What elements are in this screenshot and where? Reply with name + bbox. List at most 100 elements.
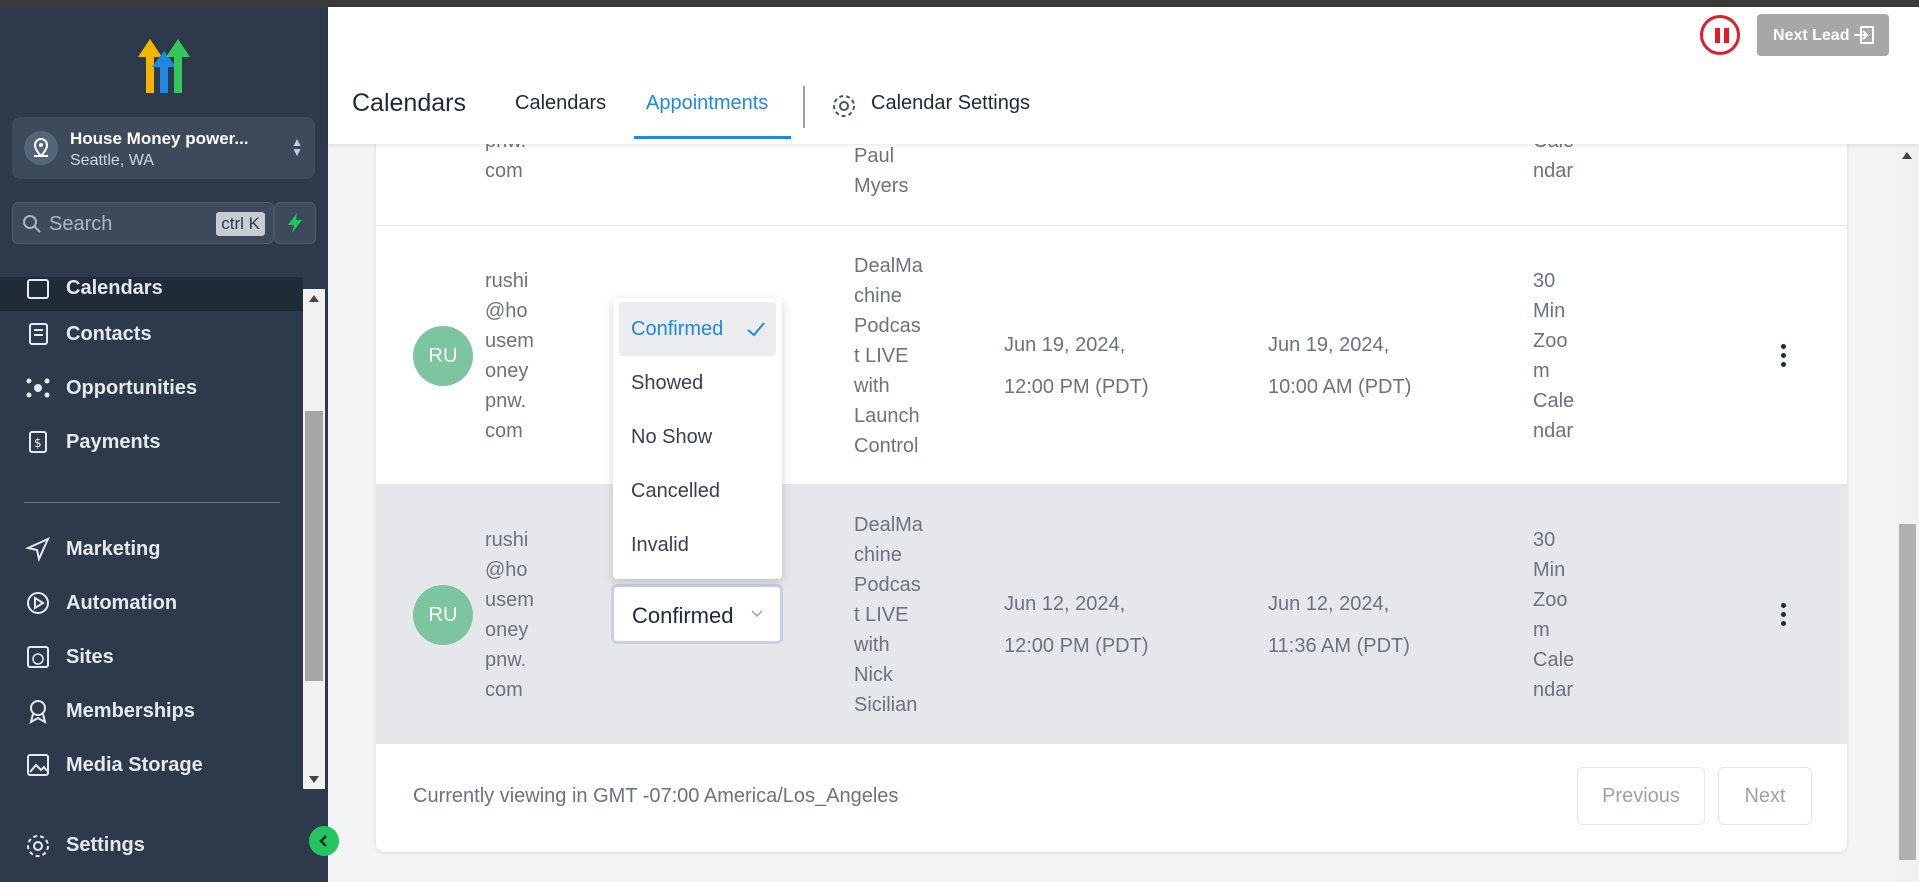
table-row: RU rushi @ho usem oney pnw. com DealMa chine Po…	[376, 485, 1847, 744]
sidebar-divider	[24, 502, 280, 503]
browser-top-strip	[0, 0, 1919, 7]
location-city: Seattle, WA	[70, 152, 154, 169]
sidebar-item-label: Marketing	[66, 537, 161, 560]
tab-calendars[interactable]: Calendars	[515, 92, 606, 115]
more-options-icon[interactable]	[1781, 603, 1787, 630]
main-scrollbar[interactable]	[1896, 144, 1919, 882]
sidebar-item-memberships[interactable]: Memberships	[0, 688, 303, 734]
calendar-cell: 30 Min Zoo m Cale ndar	[1533, 529, 1575, 701]
page-title: Calendars	[352, 89, 466, 117]
title-cell: DealMa chine Podcas t LIVE with Nick Sicilian	[854, 514, 923, 716]
timezone-note: Currently viewing in GMT -07:00 America/…	[413, 785, 899, 807]
scrollbar-thumb[interactable]	[305, 411, 323, 681]
sidebar-item-contacts[interactable]: Contacts	[0, 311, 303, 357]
collapse-sidebar-button[interactable]	[309, 826, 339, 856]
search-shortcut: ctrl K	[216, 212, 265, 236]
scroll-down-arrow-icon[interactable]	[309, 776, 319, 783]
tab-calendar-settings[interactable]: Calendar Settings	[871, 92, 1030, 115]
sidebar-item-automation[interactable]: Automation	[0, 580, 303, 626]
payments-icon: $	[29, 431, 47, 453]
status-select[interactable]: Confirmed	[611, 584, 783, 644]
scroll-up-arrow-icon[interactable]	[309, 295, 319, 302]
sidebar-item-label: Payments	[66, 430, 161, 453]
quick-actions-button[interactable]	[274, 202, 316, 244]
calendar-cell: 30 Min Zoo m Cale ndar	[1533, 270, 1575, 442]
sidebar-item-label: Media Storage	[66, 753, 203, 776]
scroll-up-arrow-icon[interactable]	[1902, 152, 1912, 159]
sidebar-item-payments[interactable]: $ Payments	[0, 419, 303, 465]
contacts-icon	[29, 323, 48, 345]
sidebar-item-settings[interactable]: Settings	[0, 823, 328, 869]
sidebar-item-label: Automation	[66, 591, 178, 614]
avatar: RU	[413, 585, 473, 645]
sidebar-item-opportunities[interactable]: Opportunities	[0, 365, 303, 411]
send-icon	[25, 537, 50, 562]
status-option-invalid[interactable]: Invalid	[619, 518, 776, 572]
date-requested-cell: Jun 19, 2024, 12:00 PM (PDT)	[1004, 334, 1149, 398]
location-pin-icon	[24, 131, 58, 165]
sidebar-nav: Calendars Contacts Opportunities $ Payme…	[0, 277, 303, 789]
sidebar-item-label: Contacts	[66, 322, 152, 345]
tab-separator	[803, 86, 805, 128]
image-icon	[27, 754, 49, 776]
sidebar-item-label: Memberships	[66, 699, 195, 722]
search-placeholder: Search	[49, 213, 113, 235]
status-option-showed[interactable]: Showed	[619, 356, 776, 410]
search-input[interactable]: Search ctrl K	[12, 202, 274, 244]
scrollbar-thumb[interactable]	[1899, 524, 1916, 860]
opportunities-icon	[26, 378, 50, 398]
gear-icon	[27, 835, 49, 857]
calendar-icon	[27, 279, 49, 299]
avatar: RU	[413, 326, 473, 386]
exit-arrow-icon	[1854, 26, 1874, 44]
pause-icon	[1715, 28, 1720, 43]
next-page-button[interactable]: Next	[1718, 767, 1812, 825]
sidebar-item-label: Sites	[66, 645, 114, 668]
status-option-no-show[interactable]: No Show	[619, 410, 776, 464]
active-tab-indicator	[634, 136, 791, 139]
page-header	[328, 7, 1919, 144]
tab-appointments[interactable]: Appointments	[646, 92, 768, 115]
pause-button[interactable]	[1700, 15, 1740, 55]
badge-icon	[29, 700, 47, 724]
title-cell: Paul Myers	[854, 145, 909, 197]
table-row: RU rushi @ho usem oney pnw. com DealMa chine Po…	[376, 226, 1847, 485]
gear-icon	[833, 95, 855, 117]
check-icon	[747, 322, 765, 337]
sidebar-item-calendars[interactable]: Calendars	[0, 277, 303, 311]
status-select-value: Confirmed	[632, 603, 734, 628]
globe-icon	[27, 646, 49, 668]
date-requested-cell: Jun 12, 2024, 12:00 PM (PDT)	[1004, 593, 1149, 657]
play-circle-icon	[27, 592, 49, 614]
next-lead-label: Next Lead	[1773, 27, 1850, 44]
lightning-icon	[288, 213, 302, 233]
sidebar-scrollbar[interactable]	[303, 289, 325, 789]
sidebar-item-media-storage[interactable]: Media Storage	[0, 742, 303, 788]
date-created-cell: Jun 12, 2024, 11:36 AM (PDT)	[1268, 593, 1410, 657]
sidebar: House Money power... Seattle, WA ▲ ▼ Sear…	[0, 7, 328, 882]
svg-text:$: $	[34, 436, 42, 450]
next-lead-button[interactable]: Next Lead	[1757, 14, 1889, 56]
date-created-cell: Jun 19, 2024, 10:00 AM (PDT)	[1268, 334, 1412, 398]
sidebar-item-label: Opportunities	[66, 376, 198, 399]
search-icon	[23, 215, 41, 233]
chevron-down-icon	[751, 610, 763, 618]
email-cell: rushi @ho usem oney pnw. com	[485, 270, 534, 442]
previous-page-button[interactable]: Previous	[1577, 767, 1705, 825]
status-dropdown-menu: Confirmed Showed No Show Cancelled Inval…	[613, 298, 782, 579]
sidebar-item-label: Calendars	[66, 277, 163, 299]
appointments-table: pnw.com PaulMyers Calendar RU rushi@hous…	[376, 100, 1847, 852]
status-option-cancelled[interactable]: Cancelled	[619, 464, 776, 518]
sidebar-item-sites[interactable]: Sites	[0, 634, 303, 680]
more-options-icon[interactable]	[1781, 344, 1787, 371]
sidebar-item-marketing[interactable]: Marketing	[0, 526, 303, 572]
app-logo[interactable]	[130, 31, 200, 101]
chevron-updown-icon: ▲ ▼	[291, 135, 303, 159]
chevron-left-icon	[319, 835, 327, 847]
title-cell: DealMa chine Podcas t LIVE with Launch Control	[854, 255, 923, 457]
sidebar-item-label: Settings	[66, 834, 145, 856]
email-cell: rushi @ho usem oney pnw. com	[485, 529, 534, 701]
location-name: House Money power...	[70, 129, 249, 148]
status-option-confirmed[interactable]: Confirmed	[619, 302, 776, 356]
location-switcher[interactable]: House Money power... Seattle, WA ▲ ▼	[12, 117, 315, 179]
